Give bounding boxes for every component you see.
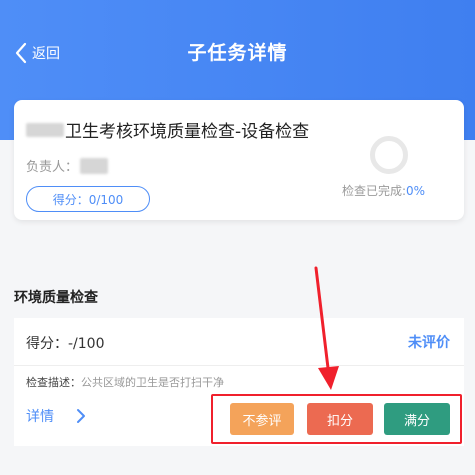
item-status-badge: 未评价 [408, 335, 450, 351]
not-participate-button[interactable]: 不参评 [230, 403, 294, 435]
owner-label: 负责人： [26, 160, 79, 175]
full-score-button[interactable]: 满分 [384, 403, 450, 435]
description-value: 公共区域的卫生是否打扫干净 [81, 376, 224, 389]
nav-bar: 返回 子任务详情 [0, 22, 475, 82]
detail-label: 详情 [26, 409, 54, 425]
page-title: 子任务详情 [187, 42, 288, 64]
description-label: 检查描述： [26, 376, 81, 389]
owner-row: 负责人： [26, 156, 109, 175]
progress-value: 0% [406, 184, 426, 198]
progress-text: 检查已完成:0% [342, 182, 425, 199]
redacted-owner [80, 157, 109, 174]
progress-ring-icon [370, 136, 408, 174]
item-description: 检查描述：公共区域的卫生是否打扫干净 [26, 374, 224, 390]
item-score: 得分：-/100 [26, 336, 105, 352]
task-title: 卫生考核环境质量检查-设备检查 [65, 122, 310, 142]
task-card: 卫生考核环境质量检查-设备检查 负责人： 得分：0/100 检查已完成:0% [14, 100, 464, 220]
deduct-button[interactable]: 扣分 [307, 403, 373, 435]
section-title: 环境质量检查 [14, 290, 98, 306]
task-score-badge: 得分：0/100 [26, 186, 150, 212]
detail-link[interactable]: 详情 [26, 406, 86, 426]
divider [14, 365, 464, 366]
redacted-text [26, 122, 64, 137]
action-buttons-highlight: 不参评 扣分 满分 [211, 394, 462, 444]
task-title-row: 卫生考核环境质量检查-设备检查 [26, 117, 309, 142]
chevron-right-icon [77, 409, 85, 423]
progress-label: 检查已完成: [342, 184, 407, 198]
